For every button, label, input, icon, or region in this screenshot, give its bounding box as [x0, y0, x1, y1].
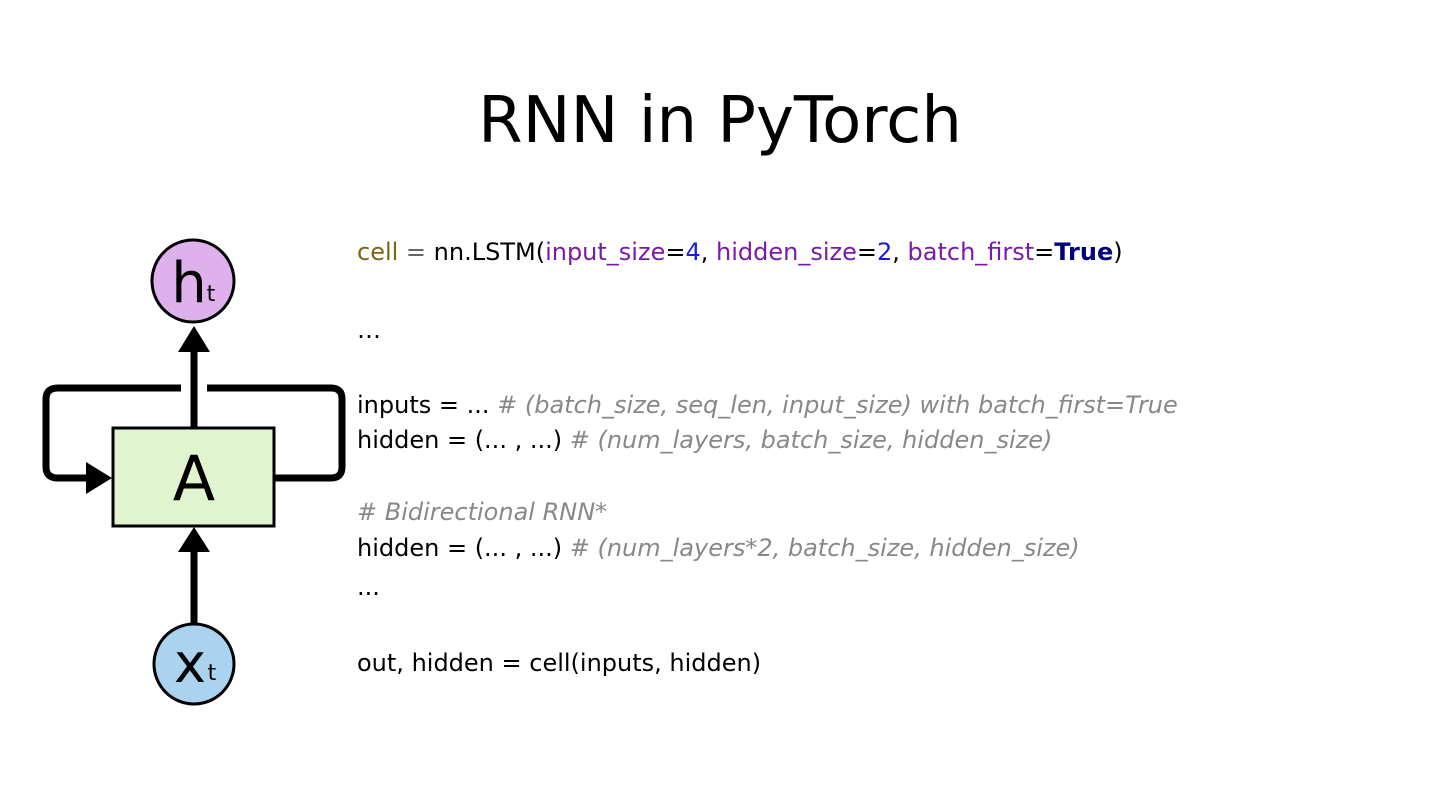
code-hidden-bidir: hidden = (... , ...): [357, 534, 570, 562]
code-line-lstm: cell = nn.LSTM(input_size=4, hidden_size…: [357, 240, 1123, 264]
code-arg-hidden-size: hidden_size: [716, 238, 857, 266]
code-arg-input-size: input_size: [545, 238, 666, 266]
input-node-subscript: t: [208, 661, 217, 686]
recurrent-loop-arrowhead: [86, 462, 112, 494]
code-inputs-comment: # (batch_size, seq_len, input_size) with…: [497, 391, 1178, 419]
code-close-paren: ): [1113, 238, 1123, 266]
input-arrowhead: [178, 527, 210, 552]
code-assign: =: [398, 238, 434, 266]
code-ellipsis-2: ...: [357, 573, 380, 601]
code-line-inputs: inputs = ... # (batch_size, seq_len, inp…: [357, 393, 1178, 417]
code-arg-batch-first: batch_first: [907, 238, 1035, 266]
code-line-out: out, hidden = cell(inputs, hidden): [357, 649, 762, 677]
cell-label: A: [173, 442, 215, 515]
code-call: nn.LSTM(: [433, 238, 546, 266]
output-node-subscript: t: [207, 282, 216, 307]
output-node-label: h: [171, 251, 207, 316]
code-hidden-comment: # (num_layers, batch_size, hidden_size): [569, 426, 1053, 454]
code-hidden-bidir-comment: # (num_layers*2, batch_size, hidden_size…: [569, 534, 1080, 562]
input-node-label: x: [174, 632, 206, 695]
code-eq: =: [1034, 238, 1055, 266]
code-hidden: hidden = (... , ...): [357, 426, 570, 454]
output-arrowhead: [178, 326, 210, 352]
code-line-hidden-bidir: hidden = (... , ...) # (num_layers*2, ba…: [357, 536, 1080, 560]
code-val-batch-first: True: [1054, 238, 1114, 266]
code-var: cell: [357, 238, 399, 266]
code-val-hidden-size: 2: [876, 238, 893, 266]
code-line-hidden: hidden = (... , ...) # (num_layers, batc…: [357, 428, 1052, 452]
rnn-diagram: A h t x t: [42, 238, 346, 706]
code-eq: =: [665, 238, 686, 266]
code-comment-bidirectional: # Bidirectional RNN*: [357, 498, 608, 526]
code-inputs: inputs = ...: [357, 391, 498, 419]
code-sep: ,: [892, 238, 908, 266]
code-val-input-size: 4: [685, 238, 701, 266]
code-eq: =: [856, 238, 877, 266]
code-ellipsis-1: …: [357, 316, 381, 344]
code-sep: ,: [700, 238, 716, 266]
